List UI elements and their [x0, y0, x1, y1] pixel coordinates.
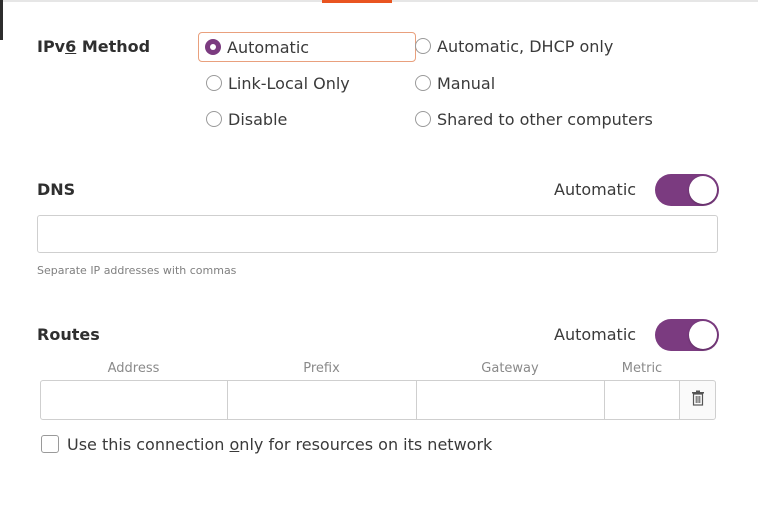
window-edge	[0, 0, 3, 40]
dns-label: DNS	[37, 180, 76, 199]
radio-shared-label: Shared to other computers	[437, 109, 653, 129]
radio-automatic-dhcp-only-label: Automatic, DHCP only	[437, 36, 614, 56]
route-prefix-input[interactable]	[227, 380, 417, 420]
dns-automatic-toggle[interactable]	[655, 174, 719, 206]
radio-indicator	[206, 75, 222, 91]
trash-icon	[691, 390, 705, 410]
dns-automatic-label: Automatic	[554, 180, 637, 199]
radio-link-local-only[interactable]: Link-Local Only	[206, 69, 350, 97]
ipv6-method-label: IPv6 Method	[37, 37, 150, 56]
dns-input[interactable]	[37, 215, 718, 253]
radio-indicator	[415, 38, 431, 54]
ipv6-method-label-part: IPv	[37, 37, 66, 56]
radio-indicator	[206, 111, 222, 127]
route-column-address: Address	[107, 361, 160, 376]
routes-label: Routes	[37, 325, 100, 344]
checkbox-label-part: Use this connection	[67, 434, 230, 454]
radio-selected-indicator	[205, 39, 221, 55]
route-column-metric: Metric	[621, 361, 663, 376]
route-address-input[interactable]	[40, 380, 228, 420]
checkbox-label-mnemonic: o	[229, 434, 240, 454]
radio-indicator	[415, 75, 431, 91]
only-local-resources-checkbox[interactable]	[41, 435, 59, 453]
ipv6-method-label-part: Method	[76, 37, 151, 56]
active-tab-indicator	[322, 0, 392, 3]
routes-automatic-label: Automatic	[554, 325, 637, 344]
delete-route-button[interactable]	[679, 380, 716, 420]
radio-shared-to-other-computers[interactable]: Shared to other computers	[415, 105, 653, 133]
radio-indicator	[415, 111, 431, 127]
only-local-resources-label: Use this connection only for resources o…	[67, 435, 492, 454]
only-local-resources-option[interactable]: Use this connection only for resources o…	[41, 430, 492, 458]
radio-automatic[interactable]: Automatic	[198, 32, 416, 62]
radio-automatic-label: Automatic	[227, 37, 310, 57]
toggle-knob	[689, 321, 717, 349]
route-column-gateway: Gateway	[481, 361, 539, 376]
ipv6-method-label-mnemonic: 6	[65, 37, 77, 56]
toggle-knob	[689, 176, 717, 204]
radio-manual-label: Manual	[437, 73, 496, 93]
routes-automatic-toggle[interactable]	[655, 319, 719, 351]
route-gateway-input[interactable]	[416, 380, 605, 420]
radio-manual[interactable]: Manual	[415, 69, 495, 97]
route-metric-input[interactable]	[604, 380, 680, 420]
route-column-prefix: Prefix	[303, 361, 340, 376]
radio-automatic-dhcp-only[interactable]: Automatic, DHCP only	[415, 32, 613, 60]
dns-hint: Separate IP addresses with commas	[37, 264, 237, 277]
radio-link-local-only-label: Link-Local Only	[228, 73, 350, 93]
checkbox-label-part: nly for resources on its network	[239, 434, 493, 454]
radio-disable[interactable]: Disable	[206, 105, 287, 133]
radio-disable-label: Disable	[228, 109, 288, 129]
